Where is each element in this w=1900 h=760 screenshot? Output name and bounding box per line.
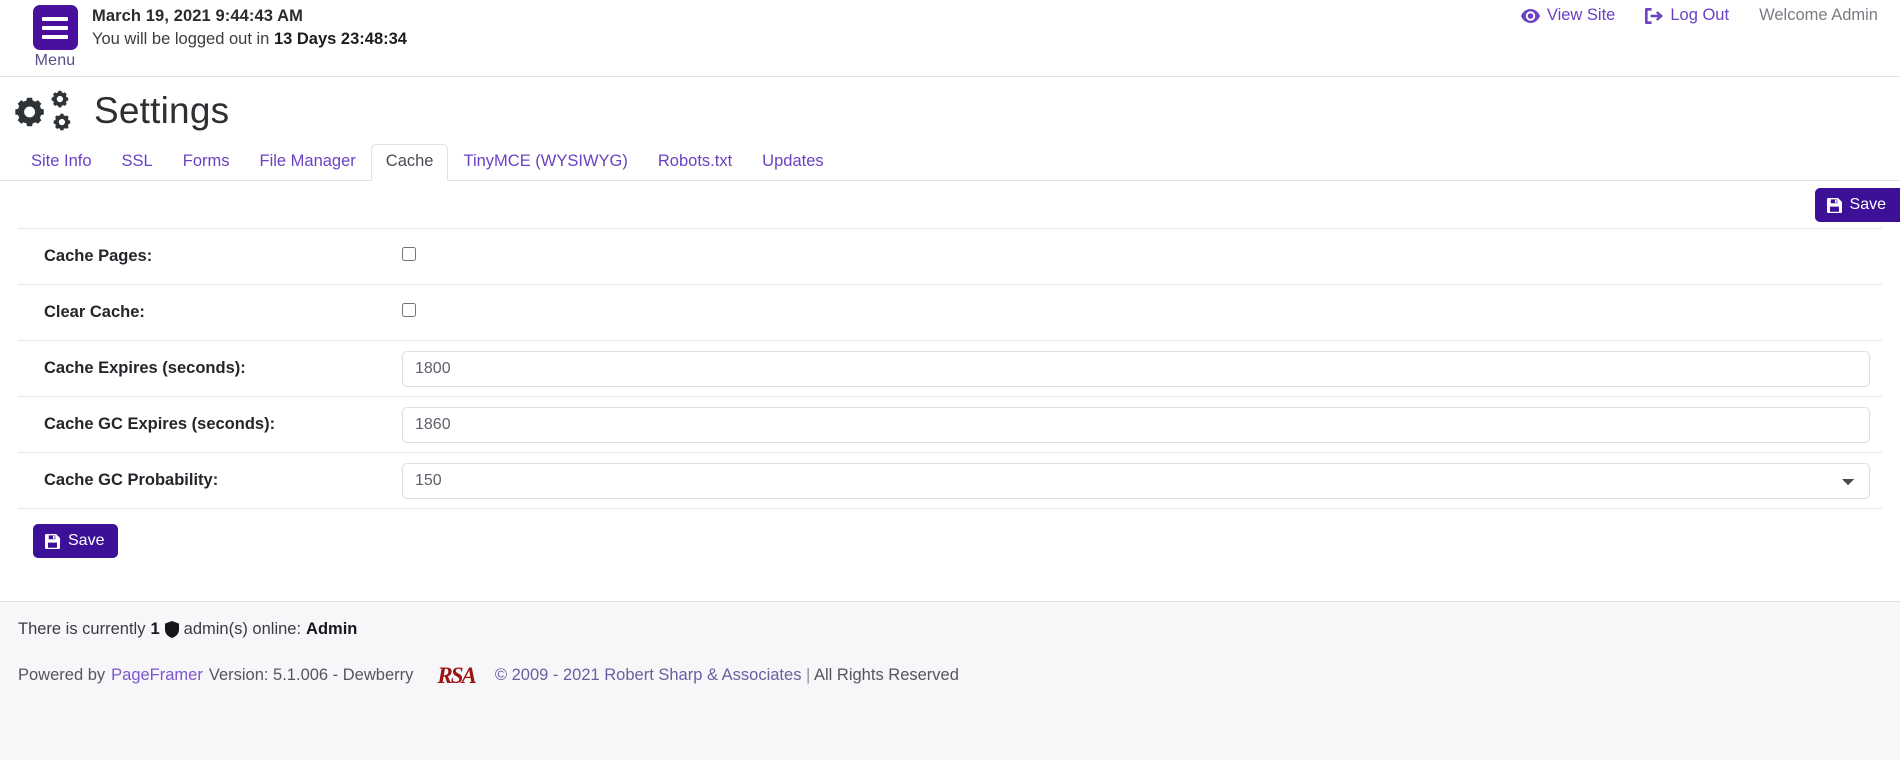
cache-pages-checkbox[interactable] (402, 247, 416, 261)
admins-online-mid: admin(s) online: (183, 620, 302, 638)
save-button-bottom[interactable]: Save (33, 524, 119, 558)
logout-countdown-value: 13 Days 23:48:34 (273, 30, 407, 48)
settings-tabs: Site Info SSL Forms File Manager Cache T… (0, 144, 1900, 181)
tab-forms[interactable]: Forms (168, 144, 245, 181)
log-out-link[interactable]: Log Out (1645, 6, 1729, 25)
form-row-cache-expires: Cache Expires (seconds): (18, 341, 1882, 397)
version-text: Version: 5.1.006 - Dewberry (208, 666, 414, 684)
cache-expires-input[interactable] (402, 350, 1870, 387)
cache-gc-expires-input[interactable] (402, 406, 1870, 443)
form-row-cache-gc-probability: Cache GC Probability: 110501001502005001… (18, 453, 1882, 509)
cache-gc-probability-label: Cache GC Probability: (44, 471, 219, 489)
cache-gc-expires-control (402, 406, 1882, 443)
cache-gc-probability-select[interactable]: 110501001502005001000 (402, 462, 1870, 499)
toolbar-top: Save (18, 181, 1900, 229)
save-button-bottom-label: Save (68, 532, 105, 549)
menu-block: Menu (26, 5, 84, 70)
top-bar: Menu March 19, 2021 9:44:43 AM You will … (0, 0, 1900, 77)
admins-online-count: 1 (150, 620, 160, 638)
top-navigation: View Site Log Out Welcome Admin (1520, 6, 1878, 25)
cache-settings-panel: Save Cache Pages: Clear Cache: Cache Exp… (0, 181, 1900, 558)
welcome-message: Welcome Admin (1759, 6, 1878, 24)
page-header: Settings (0, 77, 1900, 145)
toolbar-bottom: Save (0, 509, 1900, 558)
tab-updates[interactable]: Updates (747, 144, 838, 181)
clear-cache-checkbox[interactable] (402, 303, 416, 317)
cache-gc-expires-label: Cache GC Expires (seconds): (44, 415, 276, 433)
view-site-link[interactable]: View Site (1520, 6, 1616, 25)
clear-cache-control (402, 303, 1882, 322)
form-row-clear-cache: Clear Cache: (18, 285, 1882, 341)
shield-icon (164, 621, 179, 638)
rights-text: All Rights Reserved (814, 666, 959, 684)
hamburger-menu-icon-bar (42, 34, 68, 39)
logout-countdown-line: You will be logged out in 13 Days 23:48:… (92, 30, 407, 49)
gears-icon (14, 87, 76, 135)
admins-online-prefix: There is currently (18, 620, 146, 638)
logout-notice-text: You will be logged out in (92, 30, 274, 48)
floppy-disk-icon (1826, 197, 1842, 213)
tab-file-manager[interactable]: File Manager (244, 144, 370, 181)
menu-label: Menu (34, 52, 76, 69)
cache-expires-label: Cache Expires (seconds): (44, 359, 246, 377)
hamburger-menu-icon-bar (42, 25, 68, 30)
rsa-logo: RSA (437, 663, 477, 688)
save-button-top-label: Save (1849, 196, 1886, 213)
admins-online-status: There is currently 1 admin(s) online: Ad… (0, 602, 1900, 639)
session-info: March 19, 2021 9:44:43 AM You will be lo… (92, 7, 407, 49)
hamburger-menu-button[interactable] (32, 5, 78, 50)
clear-cache-label: Clear Cache: (44, 303, 145, 321)
copyright-separator: | (801, 666, 814, 684)
pageframer-link[interactable]: PageFramer (111, 666, 203, 685)
cache-pages-label: Cache Pages: (44, 247, 153, 265)
copyright-text: © 2009 - 2021 Robert Sharp & Associates (494, 666, 802, 684)
sign-out-icon (1645, 7, 1664, 24)
page-footer: There is currently 1 admin(s) online: Ad… (0, 601, 1900, 760)
current-datetime: March 19, 2021 9:44:43 AM (92, 7, 303, 25)
cache-gc-probability-control: 110501001502005001000 (402, 462, 1882, 499)
copyright-notice: © 2009 - 2021 Robert Sharp & Associates … (495, 666, 959, 685)
page-title: Settings (94, 90, 230, 131)
tab-site-info[interactable]: Site Info (16, 144, 107, 181)
powered-by-text: Powered by (18, 666, 106, 684)
form-row-cache-pages: Cache Pages: (18, 229, 1882, 285)
tab-robots-txt[interactable]: Robots.txt (643, 144, 747, 181)
cache-expires-control (402, 350, 1882, 387)
form-row-cache-gc-expires: Cache GC Expires (seconds): (18, 397, 1882, 453)
save-button-top[interactable]: Save (1814, 188, 1900, 222)
floppy-disk-icon (45, 533, 60, 549)
log-out-label: Log Out (1670, 6, 1730, 24)
footer-credit: Powered by PageFramer Version: 5.1.006 -… (0, 639, 1900, 687)
admins-online-names: Admin (306, 620, 358, 638)
view-site-label: View Site (1546, 6, 1616, 24)
hamburger-menu-icon (42, 16, 68, 21)
tab-ssl[interactable]: SSL (107, 144, 168, 181)
tab-cache[interactable]: Cache (370, 144, 449, 181)
tab-tinymce[interactable]: TinyMCE (WYSIWYG) (448, 144, 642, 181)
cache-pages-control (402, 247, 1882, 266)
eye-icon (1520, 8, 1540, 23)
